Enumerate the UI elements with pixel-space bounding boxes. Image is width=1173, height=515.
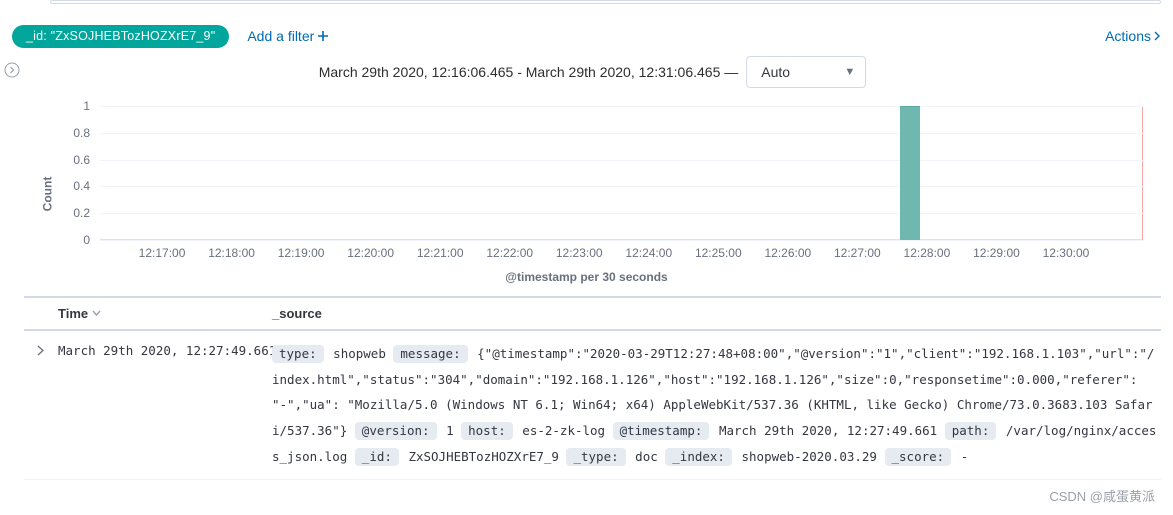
field-key-attimestamp: @timestamp: — [613, 422, 710, 440]
row-time-value: March 29th 2020, 12:27:49.661 — [56, 339, 266, 469]
table-row: March 29th 2020, 12:27:49.661 type: shop… — [24, 331, 1161, 480]
x-tick: 12:25:00 — [695, 246, 742, 260]
filter-pill-id[interactable]: _id: "ZxSOJHEBTozHOZXrE7_9" — [12, 25, 229, 48]
field-val-score: - — [961, 449, 969, 464]
plot-area[interactable] — [100, 106, 1143, 240]
interval-selected-value: Auto — [761, 64, 790, 80]
field-val-attimestamp: March 29th 2020, 12:27:49.661 — [719, 423, 937, 438]
y-axis-ticks: 10.80.60.40.20 — [54, 106, 94, 240]
histogram-bar[interactable] — [900, 106, 920, 240]
field-key-score: _score: — [885, 448, 952, 466]
table-header-time[interactable]: Time — [56, 298, 266, 329]
field-key-message: message: — [393, 345, 467, 363]
x-tick: 12:24:00 — [625, 246, 672, 260]
table-header-time-label: Time — [58, 306, 88, 321]
table-header-row: Time _source — [24, 296, 1161, 331]
grid-line — [100, 106, 1143, 107]
y-tick: 0.2 — [54, 206, 90, 220]
x-axis-title: @timestamp per 30 seconds — [24, 270, 1149, 284]
x-axis-ticks: 12:17:00 12:18:00 12:19:00 12:20:00 12:21:00… — [100, 246, 1143, 260]
grid-line — [100, 186, 1143, 187]
watermark-text: CSDN @咸蛋黄派 — [1049, 486, 1155, 505]
sort-desc-icon — [92, 309, 101, 318]
histogram-header: March 29th 2020, 12:16:06.465 - March 29… — [24, 60, 1161, 84]
y-tick: 1 — [54, 99, 90, 113]
grid-line — [100, 240, 1143, 241]
filter-bar: _id: "ZxSOJHEBTozHOZXrE7_9" Add a filter… — [0, 20, 1173, 52]
y-tick: 0.8 — [54, 126, 90, 140]
x-tick: 12:26:00 — [764, 246, 811, 260]
y-tick: 0 — [54, 233, 90, 247]
field-val-type: shopweb — [333, 346, 386, 361]
x-tick: 12:21:00 — [417, 246, 464, 260]
x-tick: 12:27:00 — [834, 246, 881, 260]
interval-select[interactable]: Auto ▼ — [746, 56, 866, 88]
field-key-atversion: @version: — [355, 422, 437, 440]
x-tick: 12:22:00 — [486, 246, 533, 260]
field-val-atversion: 1 — [446, 423, 454, 438]
y-tick: 0.4 — [54, 179, 90, 193]
add-filter-label: Add a filter — [247, 28, 314, 44]
table-header-source[interactable]: _source — [266, 298, 1161, 329]
field-key-path: path: — [945, 422, 997, 440]
field-val-dtype: doc — [635, 449, 658, 464]
collapse-panel-icon[interactable] — [4, 62, 20, 78]
x-tick: 12:29:00 — [973, 246, 1020, 260]
y-axis-title: Count — [40, 177, 54, 212]
grid-line — [100, 213, 1143, 214]
field-key-id: _id: — [355, 448, 399, 466]
actions-link[interactable]: Actions — [1105, 28, 1161, 44]
x-tick: 12:30:00 — [1043, 246, 1090, 260]
table-header-expand — [24, 298, 56, 329]
x-tick: 12:28:00 — [904, 246, 951, 260]
histogram-plot: Count 10.80.60.40.20 12:17:0012:18:0012:… — [24, 98, 1149, 290]
x-tick: 12:17:00 — [139, 246, 186, 260]
plus-icon — [318, 31, 328, 41]
field-val-id: ZxSOJHEBTozHOZXrE7_9 — [408, 449, 559, 464]
document-table: Time _source March 29th 2020, 12:27:49.6… — [24, 296, 1161, 475]
x-tick: 12:19:00 — [278, 246, 325, 260]
grid-line — [100, 133, 1143, 134]
y-tick: 0.6 — [54, 153, 90, 167]
field-val-index: shopweb-2020.03.29 — [742, 449, 877, 464]
search-bar-outline — [50, 0, 1161, 4]
add-filter-link[interactable]: Add a filter — [247, 28, 328, 44]
grid-line — [100, 160, 1143, 161]
field-val-host: es-2-zk-log — [522, 423, 605, 438]
field-key-dtype: _type: — [566, 448, 625, 466]
field-key-host: host: — [461, 422, 513, 440]
field-key-index: _index: — [665, 448, 732, 466]
field-key-type: type: — [272, 345, 324, 363]
expand-row-toggle[interactable] — [24, 339, 56, 469]
actions-label: Actions — [1105, 28, 1151, 44]
row-source-value: type: shopweb message: {"@timestamp":"20… — [266, 339, 1161, 469]
chevron-down-icon: ▼ — [844, 66, 855, 78]
x-tick: 12:20:00 — [347, 246, 394, 260]
chevron-right-icon — [1153, 31, 1161, 41]
time-range-text: March 29th 2020, 12:16:06.465 - March 29… — [319, 64, 739, 80]
plot-right-edge — [1142, 106, 1143, 240]
x-tick: 12:23:00 — [556, 246, 603, 260]
histogram-panel: March 29th 2020, 12:16:06.465 - March 29… — [24, 60, 1161, 290]
x-tick: 12:18:00 — [208, 246, 255, 260]
